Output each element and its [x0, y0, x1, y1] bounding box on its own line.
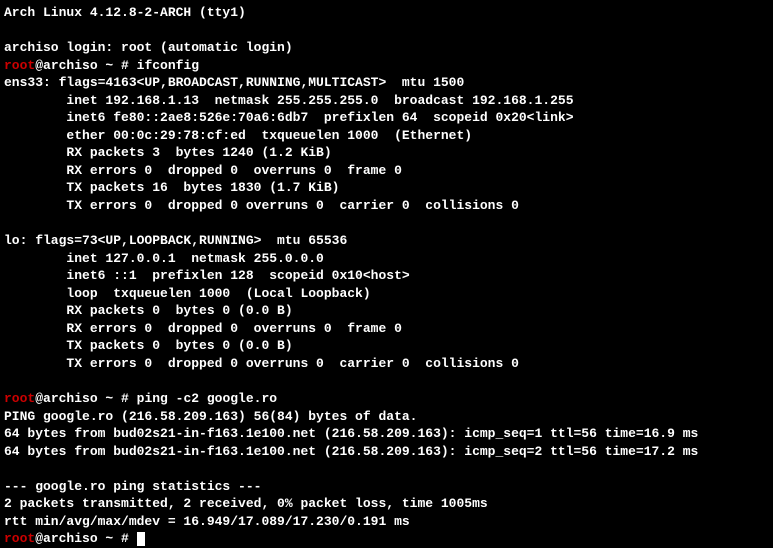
ping-output: PING google.ro (216.58.209.163) 56(84) b…: [4, 408, 769, 531]
output-line: ether 00:0c:29:78:cf:ed txqueuelen 1000 …: [4, 127, 769, 145]
output-line: ens33: flags=4163<UP,BROADCAST,RUNNING,M…: [4, 74, 769, 92]
output-line: inet 127.0.0.1 netmask 255.0.0.0: [4, 250, 769, 268]
prompt-host-path: @archiso ~ #: [35, 391, 136, 406]
output-line: 64 bytes from bud02s21-in-f163.1e100.net…: [4, 443, 769, 461]
command-text: ifconfig: [137, 58, 199, 73]
cursor: [137, 532, 145, 546]
output-line: RX packets 0 bytes 0 (0.0 B): [4, 302, 769, 320]
output-line: loop txqueuelen 1000 (Local Loopback): [4, 285, 769, 303]
login-line: archiso login: root (automatic login): [4, 39, 769, 57]
output-line: [4, 372, 769, 390]
output-line: inet6 fe80::2ae8:526e:70a6:6db7 prefixle…: [4, 109, 769, 127]
output-line: RX errors 0 dropped 0 overruns 0 frame 0: [4, 162, 769, 180]
prompt-line-1[interactable]: root@archiso ~ # ifconfig: [4, 57, 769, 75]
output-line: lo: flags=73<UP,LOOPBACK,RUNNING> mtu 65…: [4, 232, 769, 250]
output-line: TX packets 0 bytes 0 (0.0 B): [4, 337, 769, 355]
prompt-line-3[interactable]: root@archiso ~ #: [4, 530, 769, 548]
prompt-host-path: @archiso ~ #: [35, 58, 136, 73]
output-line: inet6 ::1 prefixlen 128 scopeid 0x10<hos…: [4, 267, 769, 285]
prompt-user: root: [4, 58, 35, 73]
kernel-header: Arch Linux 4.12.8-2-ARCH (tty1): [4, 4, 769, 22]
blank-line: [4, 22, 769, 40]
prompt-user: root: [4, 391, 35, 406]
output-line: PING google.ro (216.58.209.163) 56(84) b…: [4, 408, 769, 426]
output-line: TX errors 0 dropped 0 overruns 0 carrier…: [4, 355, 769, 373]
output-line: TX errors 0 dropped 0 overruns 0 carrier…: [4, 197, 769, 215]
output-line: [4, 215, 769, 233]
ifconfig-output: ens33: flags=4163<UP,BROADCAST,RUNNING,M…: [4, 74, 769, 390]
output-line: [4, 460, 769, 478]
prompt-line-2[interactable]: root@archiso ~ # ping -c2 google.ro: [4, 390, 769, 408]
output-line: inet 192.168.1.13 netmask 255.255.255.0 …: [4, 92, 769, 110]
prompt-user: root: [4, 531, 35, 546]
output-line: TX packets 16 bytes 1830 (1.7 KiB): [4, 179, 769, 197]
output-line: --- google.ro ping statistics ---: [4, 478, 769, 496]
output-line: RX packets 3 bytes 1240 (1.2 KiB): [4, 144, 769, 162]
output-line: rtt min/avg/max/mdev = 16.949/17.089/17.…: [4, 513, 769, 531]
command-text: ping -c2 google.ro: [137, 391, 277, 406]
output-line: 64 bytes from bud02s21-in-f163.1e100.net…: [4, 425, 769, 443]
output-line: RX errors 0 dropped 0 overruns 0 frame 0: [4, 320, 769, 338]
prompt-host-path: @archiso ~ #: [35, 531, 136, 546]
output-line: 2 packets transmitted, 2 received, 0% pa…: [4, 495, 769, 513]
